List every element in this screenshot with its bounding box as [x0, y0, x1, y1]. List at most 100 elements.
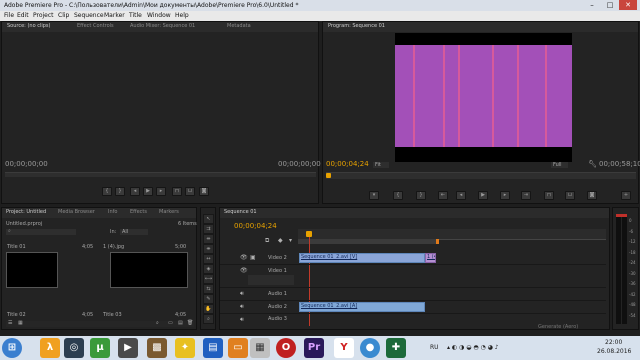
chrome-icon[interactable]: ●: [360, 338, 380, 358]
speaker-icon[interactable]: 🔊︎: [240, 290, 244, 298]
mark-out-icon[interactable]: }: [416, 191, 426, 200]
list-view-icon[interactable]: ☰: [8, 320, 12, 326]
in-select[interactable]: All: [120, 229, 149, 235]
steam-icon[interactable]: ◎: [64, 338, 84, 358]
menu-title[interactable]: Title: [129, 12, 142, 19]
eye-icon[interactable]: 👁︎: [240, 267, 248, 274]
menu-file[interactable]: File: [4, 12, 14, 19]
clip-indicator[interactable]: [616, 214, 627, 217]
trash-icon[interactable]: 🗑︎: [187, 320, 193, 326]
timeline-timecode[interactable]: 00;00;04;24: [234, 222, 277, 230]
explorer-icon[interactable]: ▦: [250, 338, 270, 358]
lock-icon[interactable]: ▣: [250, 254, 256, 261]
button-editor-icon[interactable]: +: [621, 191, 631, 200]
go-to-out-icon[interactable]: ⇥: [521, 191, 531, 200]
tab-source[interactable]: Source: (no clips): [7, 23, 50, 29]
clock-date[interactable]: 26.08.2016: [597, 348, 631, 355]
item-thumbnail[interactable]: [6, 252, 58, 288]
step-back-icon[interactable]: ◂: [130, 187, 140, 196]
speaker-icon[interactable]: 🔊︎: [240, 316, 244, 324]
menu-sequence[interactable]: Sequence: [74, 12, 104, 19]
overwrite-icon[interactable]: ⊔: [185, 187, 195, 196]
work-area-end[interactable]: [436, 239, 439, 244]
quality-select[interactable]: Full: [551, 162, 568, 168]
half-life-icon[interactable]: λ: [40, 338, 60, 358]
marker-icon[interactable]: ◆: [278, 237, 283, 244]
mark-in-icon[interactable]: {: [393, 191, 403, 200]
play-icon[interactable]: ▶: [143, 187, 153, 196]
timeline-clip-audio[interactable]: Sequence 01_2.avi [A]: [299, 302, 425, 312]
new-bin-icon[interactable]: ▭: [168, 320, 173, 326]
slide-tool-icon[interactable]: ⇆: [203, 284, 214, 294]
go-to-in-icon[interactable]: ⇤: [438, 191, 448, 200]
wrench-icon[interactable]: 🔧︎: [588, 160, 597, 168]
work-area-bar[interactable]: [298, 239, 436, 244]
program-timecode-current[interactable]: 00;00;04;24: [326, 160, 369, 168]
mark-out-icon[interactable]: }: [115, 187, 125, 196]
language-indicator[interactable]: RU: [430, 344, 439, 351]
program-time-ruler[interactable]: [326, 172, 636, 179]
tab-effects[interactable]: Effects: [130, 209, 147, 215]
menu-help[interactable]: Help: [175, 12, 189, 19]
new-item-icon[interactable]: ▤: [178, 320, 183, 326]
clock-time[interactable]: 22:00: [605, 339, 622, 346]
zoom-select[interactable]: Fit: [373, 162, 389, 168]
tab-info[interactable]: Info: [108, 209, 117, 215]
export-frame-icon[interactable]: ◙: [587, 191, 597, 200]
tab-media-browser[interactable]: Media Browser: [58, 209, 95, 215]
export-frame-icon[interactable]: ◙: [199, 187, 209, 196]
menu-window[interactable]: Window: [147, 12, 171, 19]
start-button[interactable]: ⊞: [2, 338, 22, 358]
add-marker-icon[interactable]: ▾: [289, 237, 292, 244]
utorrent-icon[interactable]: µ: [90, 338, 110, 358]
razor-tool-icon[interactable]: ◈: [203, 264, 214, 274]
tab-audio-mixer[interactable]: Audio Mixer: Sequence 01: [130, 23, 195, 29]
slip-tool-icon[interactable]: ⟷: [203, 274, 214, 284]
tab-sequence[interactable]: Sequence 01: [224, 209, 257, 215]
insert-icon[interactable]: ⊓: [172, 187, 182, 196]
timeline-clip-video[interactable]: Sequence 01_2.avi [V]: [299, 253, 425, 263]
tab-effect-controls[interactable]: Effect Controls: [77, 23, 114, 29]
app-icon[interactable]: ✦: [175, 338, 195, 358]
close-button[interactable]: ✕: [619, 0, 637, 10]
zoom-tool-icon[interactable]: ⌕: [203, 314, 214, 324]
ripple-edit-tool-icon[interactable]: ⇹: [203, 234, 214, 244]
files-icon[interactable]: ▤: [203, 338, 223, 358]
mark-in-icon[interactable]: {: [102, 187, 112, 196]
rolling-edit-tool-icon[interactable]: ⇼: [203, 244, 214, 254]
project-item[interactable]: 1 (4).jpg 5;00: [102, 242, 194, 288]
tray-icons[interactable]: ▴ ◐ ◑ ◒ ◓ ◔ ◕ ♪: [447, 344, 499, 351]
eye-icon[interactable]: 👁︎: [240, 254, 248, 261]
tab-project[interactable]: Project: Untitled: [6, 209, 46, 215]
tab-markers[interactable]: Markers: [159, 209, 179, 215]
add-marker-icon[interactable]: ▾: [369, 191, 379, 200]
menu-clip[interactable]: Clip: [58, 12, 69, 19]
menu-edit[interactable]: Edit: [17, 12, 29, 19]
project-search-input[interactable]: [6, 229, 76, 235]
step-forward-icon[interactable]: ▸: [500, 191, 510, 200]
icon-view-icon[interactable]: ▦: [18, 320, 23, 326]
yandex-icon[interactable]: Y: [334, 338, 354, 358]
find-icon[interactable]: ⌕: [156, 320, 159, 326]
menu-project[interactable]: Project: [33, 12, 54, 19]
hand-tool-icon[interactable]: ✋: [203, 304, 214, 314]
opera-icon[interactable]: O: [276, 338, 296, 358]
tab-metadata[interactable]: Metadata: [227, 23, 251, 29]
rate-stretch-tool-icon[interactable]: ↔: [203, 254, 214, 264]
minecraft-icon[interactable]: ▩: [147, 338, 167, 358]
snap-icon[interactable]: ⧉: [265, 237, 269, 245]
step-forward-icon[interactable]: ▸: [156, 187, 166, 196]
lift-icon[interactable]: ⊓: [544, 191, 554, 200]
step-back-icon[interactable]: ◂: [456, 191, 466, 200]
program-playhead[interactable]: [326, 173, 331, 178]
folder-icon[interactable]: ▭: [228, 338, 248, 358]
premiere-icon[interactable]: Pr: [304, 338, 324, 358]
source-time-ruler[interactable]: [5, 172, 316, 177]
pen-tool-icon[interactable]: ✎: [203, 294, 214, 304]
menu-marker[interactable]: Marker: [104, 12, 125, 19]
extract-icon[interactable]: ⊔: [565, 191, 575, 200]
speaker-icon[interactable]: 🔊︎: [240, 303, 244, 311]
app2-icon[interactable]: ✚: [386, 338, 406, 358]
tab-program[interactable]: Program: Sequence 01: [328, 23, 385, 29]
project-item[interactable]: Title 01 4;05: [6, 242, 93, 288]
